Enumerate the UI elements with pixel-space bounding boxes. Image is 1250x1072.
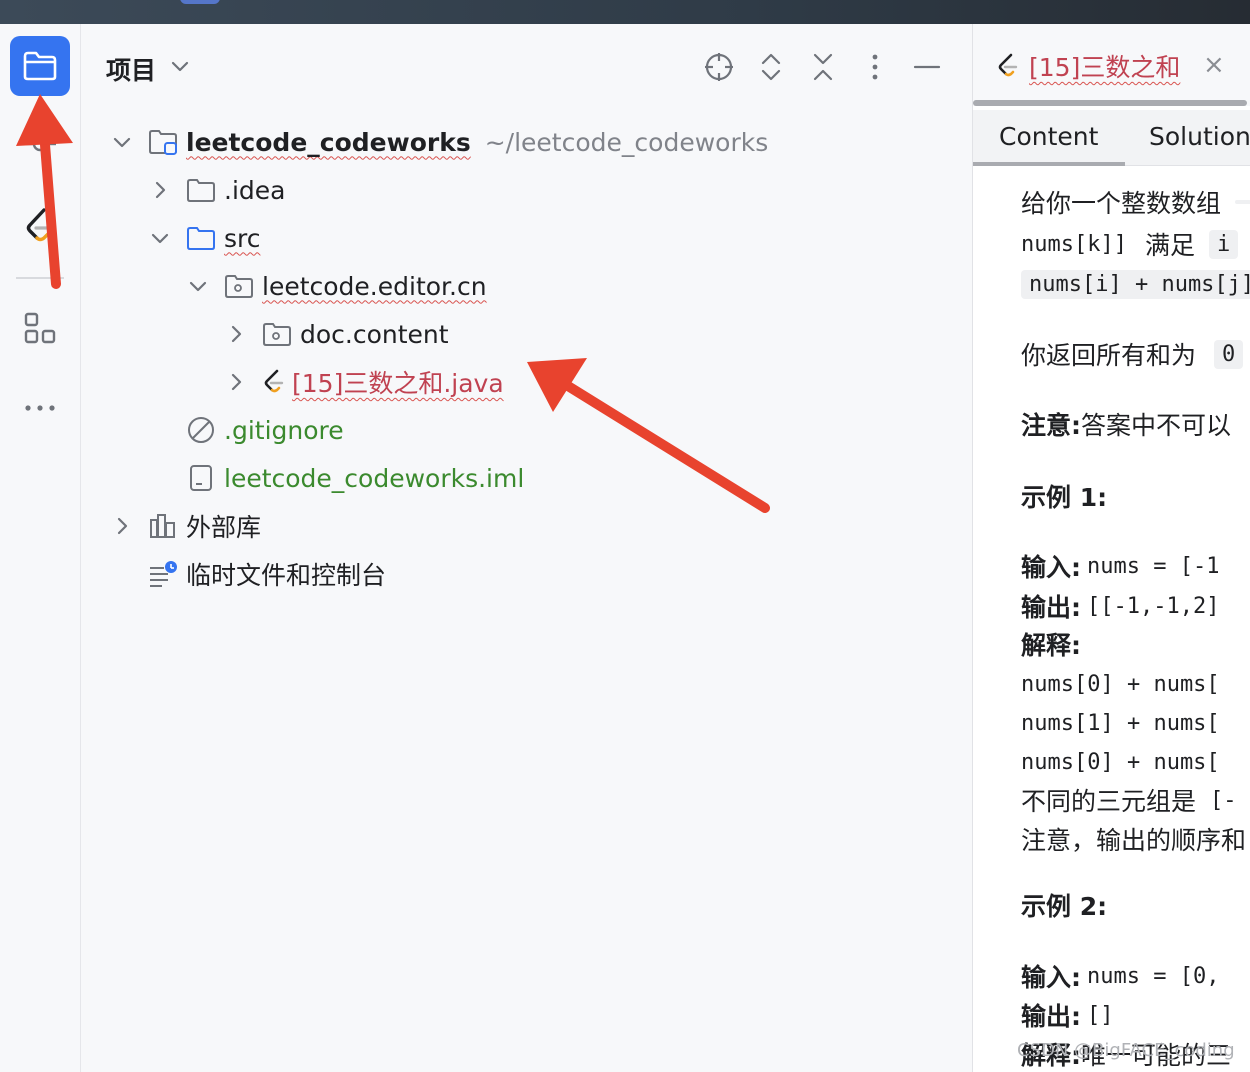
chevron-right-icon[interactable]	[224, 322, 248, 346]
locate-file-button[interactable]	[702, 50, 736, 84]
java-file-label: [15]三数之和.java	[292, 369, 504, 398]
tree-row-doc-content[interactable]: doc.content	[224, 310, 449, 358]
iml-label: leetcode_codeworks.iml	[224, 463, 525, 493]
editor-tab[interactable]: [15]三数之和	[997, 48, 1180, 84]
root-name: leetcode_codeworks	[186, 127, 471, 157]
content-subtabs: Content Solution	[973, 110, 1250, 166]
tree-row-src[interactable]: src	[148, 214, 261, 262]
external-libs-label: 外部库	[186, 513, 262, 542]
editor-tab-title: [15]三数之和	[1029, 53, 1181, 82]
more-horizontal-icon	[25, 405, 55, 411]
chevron-down-icon[interactable]	[170, 56, 190, 76]
description-line: 解释:	[1021, 631, 1081, 660]
source-folder-icon	[186, 223, 216, 253]
ignored-file-icon	[186, 415, 216, 445]
description-line: 输出: [[-1,-1,2]	[1021, 593, 1220, 622]
tree-row-idea[interactable]: .idea	[148, 166, 285, 214]
chevron-down-icon[interactable]	[186, 274, 210, 298]
package-icon	[224, 271, 254, 301]
description-line: 输入: nums = [-1	[1021, 553, 1220, 582]
chevron-right-icon[interactable]	[110, 514, 134, 538]
tool-window-strip	[0, 24, 81, 1072]
tree-row-java-file[interactable]: [15]三数之和.java	[224, 358, 504, 406]
scratches-label: 临时文件和控制台	[186, 561, 387, 590]
example-heading: 示例 1:	[1021, 483, 1108, 512]
description-line: nums[1] + nums[	[1021, 710, 1220, 736]
package-label: leetcode.editor.cn	[262, 271, 487, 301]
panel-title[interactable]: 项目	[106, 51, 156, 87]
module-file-icon	[186, 463, 216, 493]
chevron-right-icon[interactable]	[224, 370, 248, 394]
package-icon	[262, 319, 292, 349]
close-icon[interactable]: ×	[1203, 50, 1225, 80]
tree-row-root[interactable]: leetcode_codeworks ~/leetcode_codeworks	[110, 118, 768, 166]
expand-all-icon	[761, 53, 781, 81]
crosshair-icon	[705, 53, 733, 81]
title-bar	[0, 0, 1250, 24]
more-tools-button[interactable]	[10, 378, 70, 438]
options-button[interactable]	[858, 50, 892, 84]
chevron-down-icon[interactable]	[110, 130, 134, 154]
description-line: 你返回所有和为 0	[1021, 336, 1244, 372]
module-folder-icon	[148, 127, 178, 157]
leetcode-icon	[998, 53, 1018, 77]
leetcode-icon	[262, 367, 286, 397]
description-line: 输出:[]	[1021, 1002, 1114, 1031]
description-line: nums[0] + nums[	[1021, 749, 1220, 775]
project-panel: 项目 leetcode_codeworks ~/leetcode_codewor…	[82, 24, 971, 1072]
structure-tool-button[interactable]	[10, 298, 70, 358]
tab-content[interactable]: Content	[999, 122, 1098, 151]
leetcode-tool-button[interactable]	[10, 196, 70, 256]
active-tab-indicator	[973, 100, 1247, 106]
description-line: nums[k]] 满足 i	[1021, 226, 1239, 262]
tree-row-gitignore[interactable]: .gitignore	[186, 406, 344, 454]
tree-row-package[interactable]: leetcode.editor.cn	[186, 262, 487, 310]
tab-solution[interactable]: Solution	[1149, 122, 1250, 151]
description-line: 注意，输出的顺序和	[1021, 826, 1247, 855]
structure-icon	[24, 312, 56, 344]
project-panel-header: 项目	[82, 24, 971, 110]
hide-panel-button[interactable]	[910, 50, 944, 84]
strip-separator	[16, 277, 64, 279]
gitignore-label: .gitignore	[224, 415, 344, 445]
title-bar-widget[interactable]	[180, 0, 220, 4]
tree-row-scratches[interactable]: 临时文件和控制台	[148, 550, 386, 598]
description-line: 注意: 答案中不可以	[1021, 411, 1232, 440]
folder-icon	[186, 175, 216, 205]
tree-row-iml[interactable]: leetcode_codeworks.iml	[186, 454, 524, 502]
doc-content-label: doc.content	[300, 319, 449, 349]
description-line: 输入: nums = [0,	[1021, 963, 1220, 992]
tree-row-external-libs[interactable]: 外部库	[110, 502, 261, 550]
root-path: ~/leetcode_codeworks	[484, 127, 769, 157]
library-icon	[148, 511, 178, 541]
description-line: nums[0] + nums[	[1021, 671, 1220, 697]
more-vertical-icon	[872, 54, 878, 80]
commit-icon	[24, 136, 56, 152]
watermark: CSDN @BigFACE_coding	[1017, 1040, 1235, 1061]
description-line: nums[i] + nums[j]	[1021, 266, 1250, 302]
collapse-all-icon	[813, 53, 833, 81]
editor-panel: [15]三数之和 × Content Solution 给你一个整数数组 num…	[972, 24, 1250, 1072]
expand-all-button[interactable]	[754, 50, 788, 84]
collapse-all-button[interactable]	[806, 50, 840, 84]
editor-tab-bar: [15]三数之和 ×	[973, 24, 1250, 106]
example-heading: 示例 2:	[1021, 892, 1108, 921]
scratches-icon	[148, 559, 178, 589]
description-line: 不同的三元组是 [-	[1021, 787, 1237, 816]
leetcode-icon	[26, 208, 54, 242]
description-line: 给你一个整数数组	[1021, 184, 1250, 220]
idea-label: .idea	[224, 175, 286, 205]
project-tool-button[interactable]	[10, 36, 70, 96]
folder-icon	[23, 51, 57, 81]
active-subtab-indicator	[973, 162, 1125, 166]
chevron-right-icon[interactable]	[148, 178, 172, 202]
chevron-down-icon[interactable]	[148, 226, 172, 250]
minimize-icon	[913, 65, 941, 69]
commit-tool-button[interactable]	[10, 114, 70, 174]
src-label: src	[224, 223, 261, 253]
